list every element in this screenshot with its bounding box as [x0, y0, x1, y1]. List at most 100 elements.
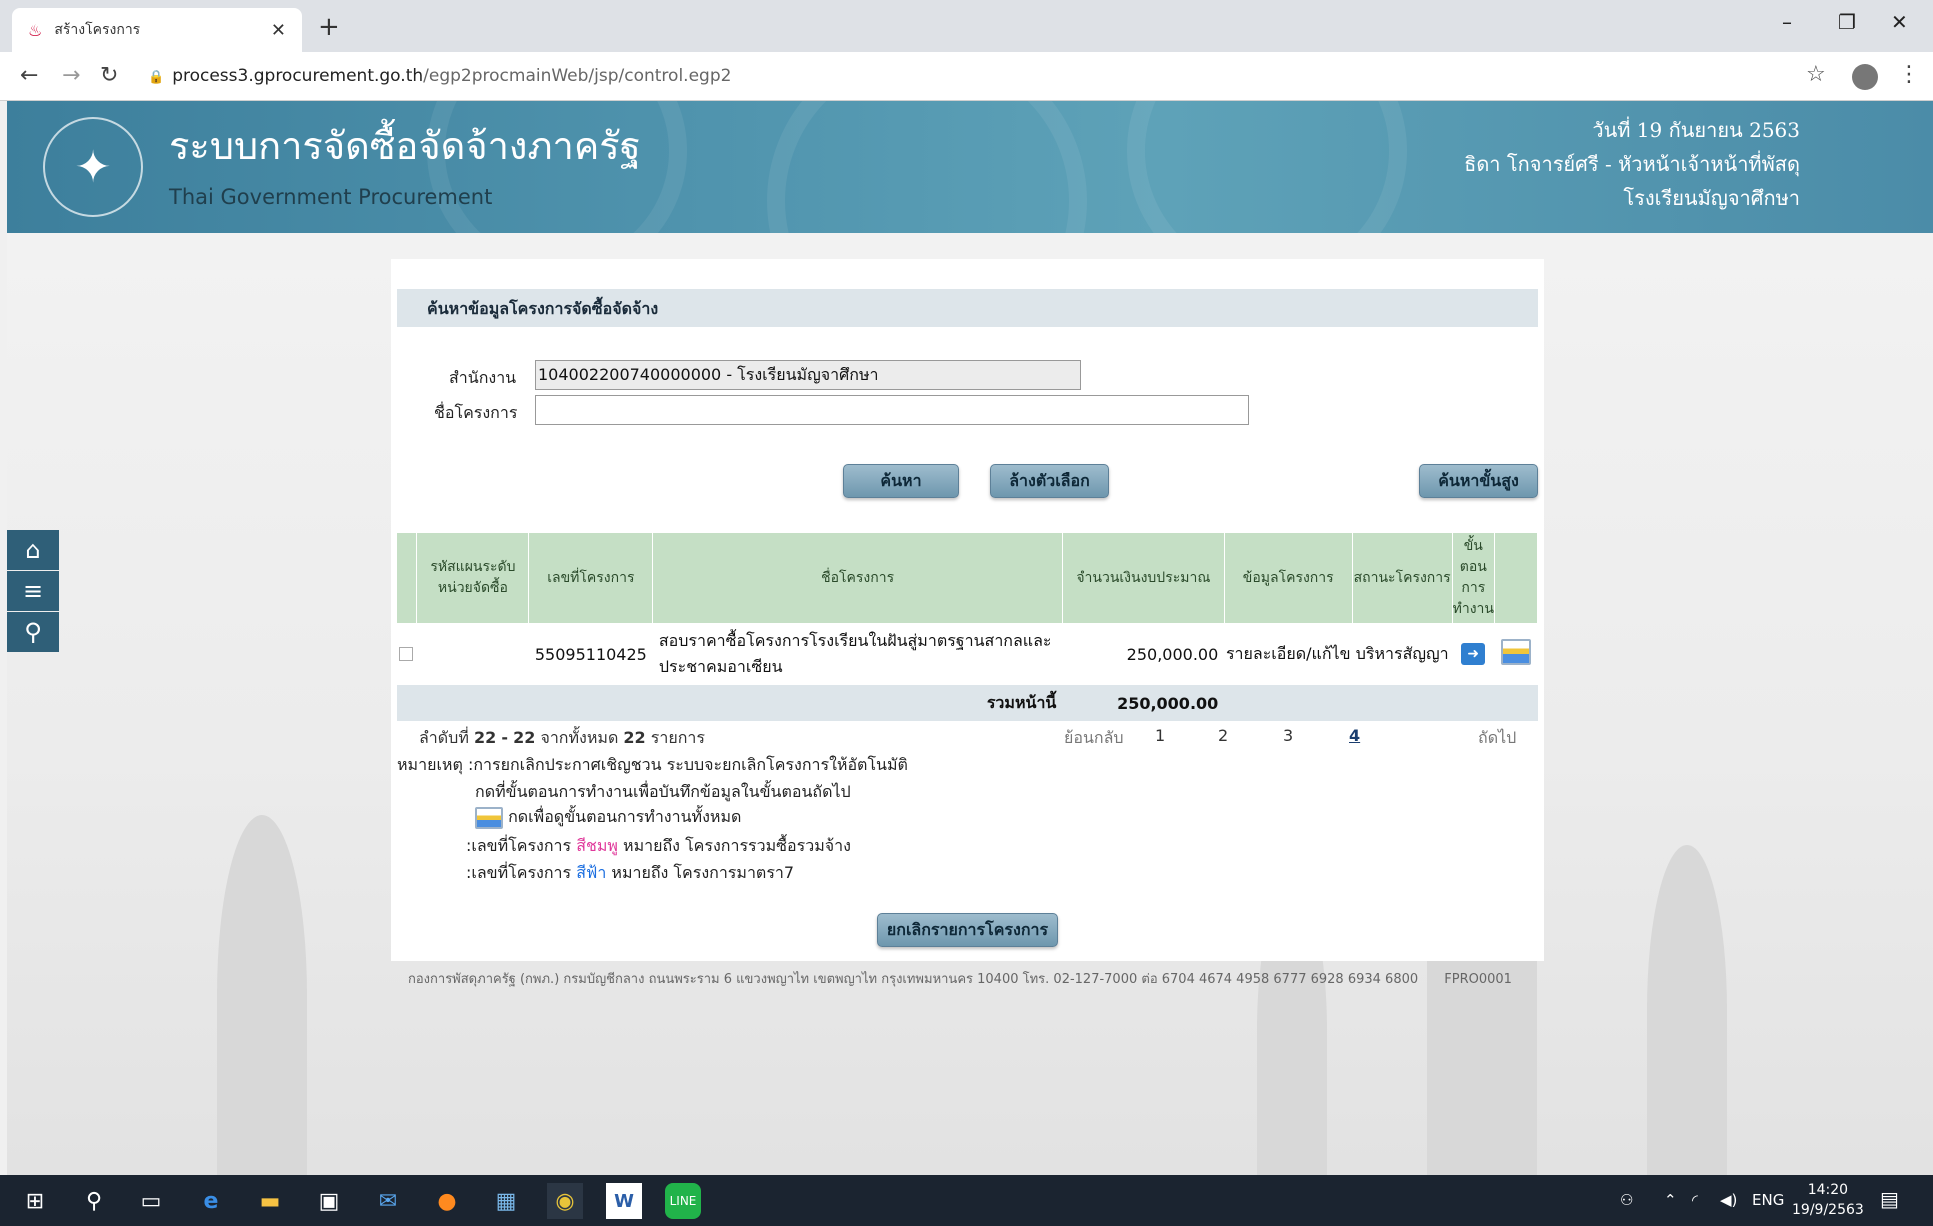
- user-name: ธิดา โกจารย์ศรี - หัวหน้าเจ้าหน้าที่พัสด…: [1464, 152, 1800, 176]
- chrome-icon[interactable]: ◉: [547, 1183, 583, 1219]
- col-project-name: ชื่อโครงการ: [652, 533, 1063, 623]
- col-select: [397, 533, 418, 623]
- close-window-icon[interactable]: ✕: [1891, 10, 1908, 34]
- record-summary: ลำดับที่ 22 - 22 จากทั้งหมด 22 รายการ: [419, 726, 705, 751]
- restore-icon[interactable]: ❐: [1838, 10, 1856, 34]
- volume-icon[interactable]: ◀): [1720, 1191, 1737, 1209]
- line-app-icon[interactable]: LINE: [665, 1183, 701, 1219]
- note-line-2: กดที่ขั้นตอนการทำงานเพื่อบันทึกข้อมูลในข…: [475, 782, 851, 801]
- advanced-search-button[interactable]: ค้นหาขั้นสูง: [1419, 464, 1538, 498]
- lock-icon: 🔒: [148, 70, 165, 85]
- project-name-input[interactable]: [535, 395, 1249, 425]
- prev-page-link[interactable]: ย้อนกลับ: [1064, 726, 1124, 751]
- forward-icon[interactable]: →: [62, 63, 80, 88]
- bookmark-star-icon[interactable]: ☆: [1806, 62, 1826, 87]
- all-steps-icon[interactable]: [1500, 639, 1531, 665]
- people-icon[interactable]: ⚇: [1620, 1191, 1633, 1209]
- note-line-4: :เลขที่โครงการ สีชมพู หมายถึง โครงการรวม…: [466, 834, 851, 859]
- note-line-5: :เลขที่โครงการ สีฟ้า หมายถึง โครงการมาตร…: [466, 861, 794, 886]
- office-label: สำนักงาน: [449, 368, 517, 387]
- project-table: รหัสแผนระดับหน่วยจัดซื้อ เลขที่โครงการ ช…: [397, 533, 1539, 721]
- site-banner: ✦ ระบบการจัดซื้อจัดจ้างภาครัฐ Thai Gover…: [7, 101, 1933, 233]
- footer-code: FPRO0001: [1444, 972, 1512, 987]
- temple-silhouette: [1647, 845, 1727, 1175]
- note-line-4-pre: :เลขที่โครงการ: [466, 836, 572, 855]
- row-checkbox-cell: [397, 623, 417, 685]
- search-panel: ค้นหาข้อมูลโครงการจัดซื้อจัดจ้าง สำนักงา…: [391, 259, 1544, 961]
- page-link-2[interactable]: 2: [1218, 726, 1228, 745]
- notifications-icon[interactable]: ▤: [1880, 1187, 1899, 1211]
- note-line-3: กดเพื่อดูขั้นตอนการทำงานทั้งหมด: [475, 805, 741, 830]
- new-tab-icon[interactable]: +: [318, 12, 340, 42]
- table-row: 55095110425 สอบราคาซื้อโครงการโรงเรียนใน…: [397, 623, 1538, 685]
- garuda-logo-icon: ✦: [43, 117, 143, 217]
- minimize-icon[interactable]: –: [1782, 10, 1792, 34]
- clock[interactable]: 14:20 19/9/2563: [1792, 1180, 1864, 1220]
- clear-button[interactable]: ล้างตัวเลือก: [990, 464, 1109, 498]
- home-icon[interactable]: ⌂: [7, 530, 59, 570]
- project-no-cell: 55095110425: [534, 644, 647, 664]
- row-checkbox[interactable]: [399, 647, 413, 661]
- page-link-current[interactable]: 4: [1349, 726, 1360, 745]
- tray-chevron-icon[interactable]: ⌃: [1664, 1191, 1677, 1209]
- reload-icon[interactable]: ↻: [100, 63, 118, 88]
- col-plan-code: รหัสแผนระดับหน่วยจัดซื้อ: [416, 533, 530, 623]
- note-line-3-text: กดเพื่อดูขั้นตอนการทำงานทั้งหมด: [508, 807, 742, 826]
- user-info: วันที่ 19 กันยายน 2563 ธิดา โกจารย์ศรี -…: [1464, 113, 1800, 215]
- note-line-1: หมายเหตุ :การยกเลิกประกาศเชิญชวน ระบบจะย…: [397, 755, 908, 774]
- page-link-3[interactable]: 3: [1283, 726, 1293, 745]
- footer: กองการพัสดุภาครัฐ (กพภ.) กรมบัญชีกลาง ถน…: [408, 968, 1512, 989]
- close-tab-icon[interactable]: ✕: [271, 20, 286, 41]
- clock-date: 19/9/2563: [1792, 1202, 1864, 1218]
- store-icon[interactable]: ▣: [311, 1183, 347, 1219]
- file-explorer-icon[interactable]: ▬: [252, 1183, 288, 1219]
- detail-edit-link[interactable]: รายละเอียด/แก้ไข: [1224, 623, 1352, 685]
- step-cell: ➜: [1452, 623, 1494, 685]
- profile-avatar[interactable]: [1852, 64, 1878, 90]
- user-organization: โรงเรียนมัญจาศึกษา: [1623, 186, 1800, 210]
- total-count: 22: [623, 728, 646, 747]
- back-icon[interactable]: ←: [20, 63, 38, 88]
- word-icon[interactable]: W: [606, 1183, 642, 1219]
- mail-icon[interactable]: ✉: [370, 1183, 406, 1219]
- pink-label: สีชมพู: [576, 836, 618, 855]
- search-button[interactable]: ค้นหา: [843, 464, 959, 498]
- site-title: ระบบการจัดซื้อจัดจ้างภาครัฐ: [169, 124, 641, 168]
- sum-empty: [1224, 685, 1538, 721]
- input-language[interactable]: ENG: [1752, 1191, 1784, 1209]
- menu-icon[interactable]: ≡: [7, 571, 59, 611]
- col-budget: จำนวนเงินงบประมาณ: [1062, 533, 1225, 623]
- url-field[interactable]: 🔒 process3.gprocurement.go.th/egp2procmai…: [148, 66, 731, 86]
- task-view-icon[interactable]: ▭: [133, 1183, 169, 1219]
- budget-cell: 250,000.00: [1126, 644, 1219, 664]
- clock-time: 14:20: [1807, 1182, 1849, 1198]
- search-icon[interactable]: ⚲: [7, 612, 59, 652]
- note-line-5-post: หมายถึง โครงการมาตรา7: [611, 863, 795, 882]
- cancel-project-button[interactable]: ยกเลิกรายการโครงการ: [877, 913, 1058, 947]
- office-field: [535, 360, 1081, 390]
- browser-tab-strip: ♨ สร้างโครงการ ✕ + – ❐ ✕: [0, 0, 1933, 52]
- range-start: 22: [473, 728, 497, 747]
- footer-address: กองการพัสดุภาครัฐ (กพภ.) กรมบัญชีกลาง ถน…: [408, 972, 1419, 987]
- col-project-no: เลขที่โครงการ: [528, 533, 654, 623]
- windows-start-icon[interactable]: ⊞: [17, 1183, 53, 1219]
- browser-tab[interactable]: ♨ สร้างโครงการ ✕: [12, 8, 302, 52]
- search-icon[interactable]: ⚲: [76, 1183, 112, 1219]
- menu-kebab-icon[interactable]: ⋮: [1898, 62, 1920, 87]
- plan-code-cell: [417, 623, 529, 685]
- project-name-cell: สอบราคาซื้อโครงการโรงเรียนในฝันสู่มาตรฐา…: [658, 631, 1052, 676]
- firefox-icon[interactable]: ●: [429, 1183, 465, 1219]
- range-end: 22: [513, 728, 536, 747]
- note-line-5-pre: :เลขที่โครงการ: [466, 863, 572, 882]
- panel-heading: ค้นหาข้อมูลโครงการจัดซื้อจัดจ้าง: [397, 289, 1538, 327]
- next-page-link[interactable]: ถัดไป: [1478, 726, 1516, 751]
- calculator-app-icon[interactable]: ▦: [488, 1183, 524, 1219]
- current-date: วันที่ 19 กันยายน 2563: [1592, 118, 1800, 142]
- range-dash: -: [501, 728, 508, 747]
- all-steps-legend-icon: [475, 806, 503, 829]
- edge-browser-icon[interactable]: e: [193, 1183, 229, 1219]
- page-link-1[interactable]: 1: [1155, 726, 1165, 745]
- network-icon[interactable]: ◜: [1692, 1191, 1698, 1209]
- workflow-step-icon[interactable]: ➜: [1461, 643, 1486, 665]
- status-cell: บริหารสัญญา: [1355, 643, 1449, 663]
